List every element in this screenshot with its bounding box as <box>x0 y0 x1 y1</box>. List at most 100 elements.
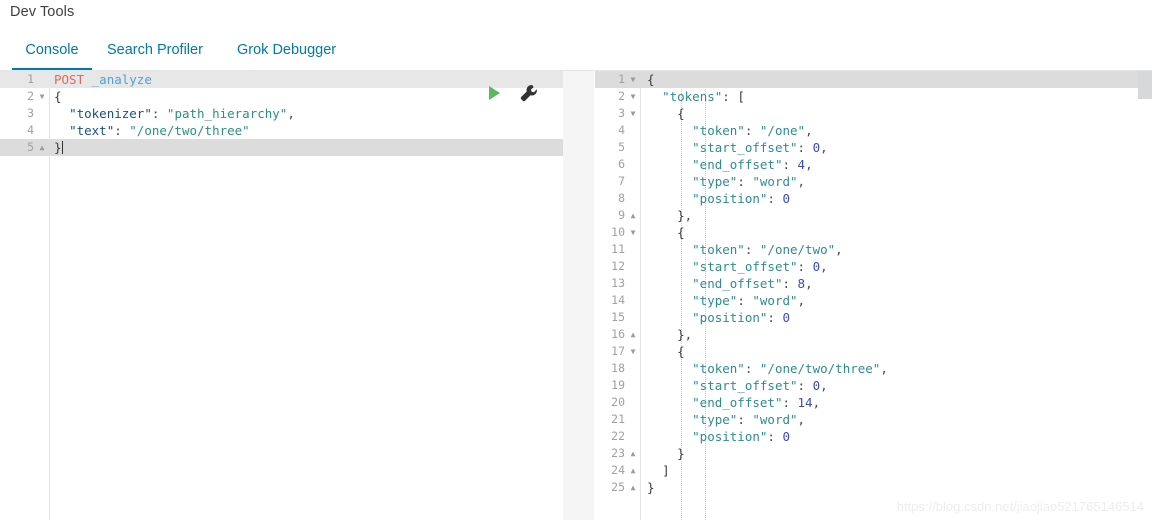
code-text: "end_offset": 14, <box>692 395 821 410</box>
code-line[interactable]: 14 "type": "word", <box>595 292 1152 309</box>
line-number: 4 <box>27 123 34 137</box>
code-text: "tokens": [ <box>662 89 745 104</box>
code-line[interactable]: 23 } <box>595 445 1152 462</box>
code-line[interactable]: 22 "position": 0 <box>595 428 1152 445</box>
fold-toggle-icon[interactable] <box>36 139 48 156</box>
code-line[interactable]: 2{ <box>0 88 563 105</box>
fold-toggle-icon[interactable] <box>627 224 639 241</box>
fold-toggle-icon[interactable] <box>627 462 639 479</box>
code-line[interactable]: 17 { <box>595 343 1152 360</box>
page-title: Dev Tools <box>10 4 75 20</box>
fold-toggle-icon[interactable] <box>627 207 639 224</box>
fold-toggle-icon[interactable] <box>36 88 48 105</box>
pane-divider[interactable] <box>563 71 595 520</box>
code-line[interactable]: 5 "start_offset": 0, <box>595 139 1152 156</box>
code-line[interactable]: 19 "start_offset": 0, <box>595 377 1152 394</box>
code-line[interactable]: 24 ] <box>595 462 1152 479</box>
code-line[interactable]: 11 "token": "/one/two", <box>595 241 1152 258</box>
code-line[interactable]: 13 "end_offset": 8, <box>595 275 1152 292</box>
fold-toggle-icon[interactable] <box>627 88 639 105</box>
dev-tools-app: Dev Tools Console Search Profiler Grok D… <box>0 0 1152 520</box>
line-number: 1 <box>618 72 625 86</box>
code-text: { <box>677 344 685 359</box>
code-text: } <box>677 446 685 461</box>
fold-toggle-icon[interactable] <box>627 343 639 360</box>
response-scrollbar[interactable] <box>1138 71 1152 99</box>
tab-bar: Console Search Profiler Grok Debugger <box>0 33 1152 71</box>
code-line[interactable]: 4 "text": "/one/two/three" <box>0 122 563 139</box>
code-line[interactable]: 5} <box>0 139 563 156</box>
code-text: { <box>677 106 685 121</box>
code-text: }, <box>677 327 693 342</box>
tab-search-profiler-label: Search Profiler <box>107 42 203 58</box>
tab-console-label: Console <box>25 42 79 58</box>
fold-toggle-icon[interactable] <box>627 445 639 462</box>
code-text: "position": 0 <box>692 310 791 325</box>
line-number: 1 <box>27 72 34 86</box>
code-text: }, <box>677 208 693 223</box>
code-line[interactable]: 2 "tokens": [ <box>595 88 1152 105</box>
code-text: "type": "word", <box>692 174 806 189</box>
code-text: POST _analyze <box>54 72 152 87</box>
line-number: 10 <box>611 225 625 239</box>
code-text: "end_offset": 4, <box>692 157 813 172</box>
code-line[interactable]: 1{ <box>595 71 1152 88</box>
code-text: "end_offset": 8, <box>692 276 813 291</box>
line-number: 16 <box>611 327 625 341</box>
code-line[interactable]: 16 }, <box>595 326 1152 343</box>
fold-toggle-icon[interactable] <box>627 479 639 496</box>
code-text: "start_offset": 0, <box>692 140 828 155</box>
code-text: { <box>54 89 62 104</box>
response-code[interactable]: 1{2 "tokens": [3 {4 "token": "/one",5 "s… <box>595 71 1152 496</box>
line-number: 25 <box>611 480 625 494</box>
code-text: "type": "word", <box>692 293 806 308</box>
line-number: 22 <box>611 429 625 443</box>
code-text: "token": "/one/two", <box>692 242 843 257</box>
code-line[interactable]: 10 { <box>595 224 1152 241</box>
line-number: 5 <box>618 140 625 154</box>
code-text: ] <box>662 463 670 478</box>
line-number: 20 <box>611 395 625 409</box>
code-text: "start_offset": 0, <box>692 378 828 393</box>
line-number: 7 <box>618 174 625 188</box>
tab-grok-debugger[interactable]: Grok Debugger <box>237 33 336 70</box>
request-pane[interactable]: 1POST _analyze2{3 "tokenizer": "path_hie… <box>0 71 563 520</box>
line-number: 3 <box>618 106 625 120</box>
fold-toggle-icon[interactable] <box>627 326 639 343</box>
code-line[interactable]: 4 "token": "/one", <box>595 122 1152 139</box>
code-line[interactable]: 8 "position": 0 <box>595 190 1152 207</box>
play-icon[interactable] <box>489 86 500 100</box>
tab-console[interactable]: Console <box>12 33 92 70</box>
code-line[interactable]: 9 }, <box>595 207 1152 224</box>
request-code[interactable]: 1POST _analyze2{3 "tokenizer": "path_hie… <box>0 71 563 156</box>
code-line[interactable]: 3 "tokenizer": "path_hierarchy", <box>0 105 563 122</box>
code-text: { <box>647 72 655 87</box>
wrench-icon[interactable] <box>519 83 539 103</box>
line-number: 8 <box>618 191 625 205</box>
fold-toggle-icon[interactable] <box>627 71 639 88</box>
request-actions <box>489 83 551 105</box>
fold-toggle-icon[interactable] <box>627 105 639 122</box>
code-line[interactable]: 6 "end_offset": 4, <box>595 156 1152 173</box>
code-line[interactable]: 25} <box>595 479 1152 496</box>
line-number: 19 <box>611 378 625 392</box>
line-number: 23 <box>611 446 625 460</box>
tab-search-profiler[interactable]: Search Profiler <box>107 33 203 70</box>
line-number: 4 <box>618 123 625 137</box>
line-number: 2 <box>27 89 34 103</box>
line-number: 17 <box>611 344 625 358</box>
code-line[interactable]: 3 { <box>595 105 1152 122</box>
code-text: { <box>677 225 685 240</box>
code-line[interactable]: 7 "type": "word", <box>595 173 1152 190</box>
code-text: "position": 0 <box>692 429 791 444</box>
code-line[interactable]: 18 "token": "/one/two/three", <box>595 360 1152 377</box>
code-line[interactable]: 20 "end_offset": 14, <box>595 394 1152 411</box>
code-line[interactable]: 15 "position": 0 <box>595 309 1152 326</box>
code-text: "start_offset": 0, <box>692 259 828 274</box>
code-line[interactable]: 21 "type": "word", <box>595 411 1152 428</box>
tab-grok-debugger-label: Grok Debugger <box>237 42 337 58</box>
code-line[interactable]: 1 POST _analyze <box>0 71 563 88</box>
response-pane[interactable]: 1{2 "tokens": [3 {4 "token": "/one",5 "s… <box>595 71 1152 520</box>
line-number: 11 <box>611 242 625 256</box>
code-line[interactable]: 12 "start_offset": 0, <box>595 258 1152 275</box>
